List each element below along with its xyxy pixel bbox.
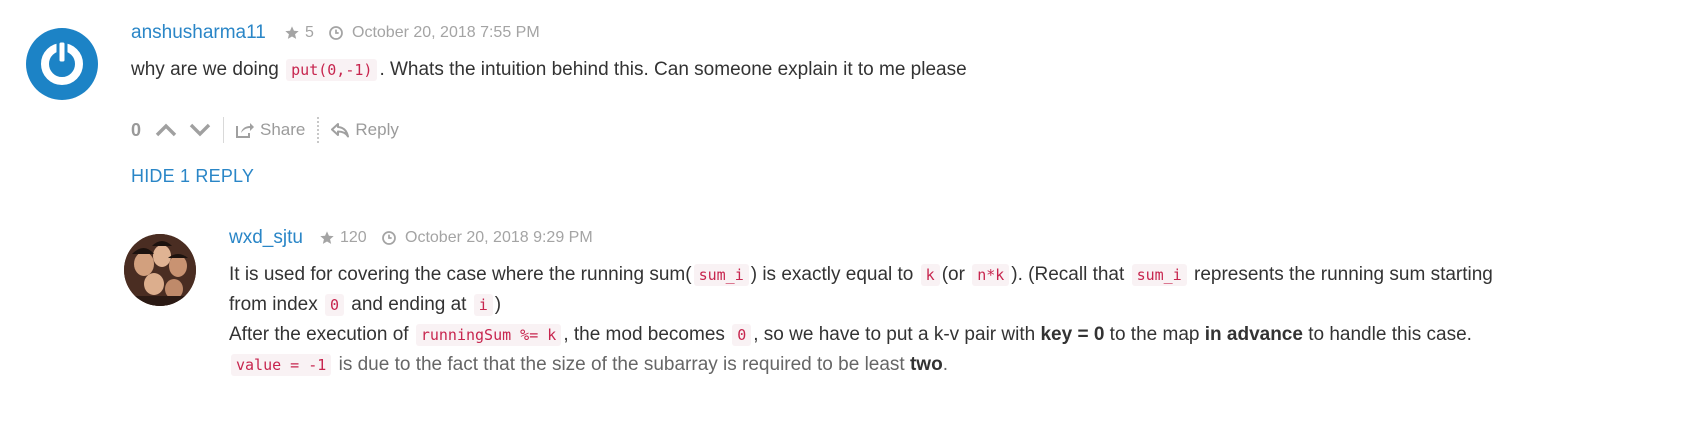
comment-actions: 0 Share Reply xyxy=(131,116,399,144)
text-segment: It is used for covering the case where t… xyxy=(229,264,692,285)
code-snippet: sum_i xyxy=(693,264,749,286)
code-snippet: i xyxy=(473,294,493,316)
vote-count: 0 xyxy=(131,119,142,140)
avatar-photo-image xyxy=(124,234,196,306)
text-segment: (or xyxy=(941,264,965,285)
divider xyxy=(317,117,320,143)
text-segment: ) is exactly equal to xyxy=(750,264,914,285)
star-icon xyxy=(285,26,299,39)
text-segment: , so we have to put a k-v pair with xyxy=(753,324,1036,345)
reply-line-3: After the execution of runningSum %= k, … xyxy=(229,320,1493,350)
code-snippet: runningSum %= k xyxy=(415,324,562,346)
bold-text: key = 0 xyxy=(1040,324,1105,345)
text-segment: . Whats the intuition behind this. Can s… xyxy=(379,59,967,80)
reputation-value: 5 xyxy=(305,24,314,41)
reply-line-1: It is used for covering the case where t… xyxy=(229,260,1493,290)
text-segment: is due to the fact that the size of the … xyxy=(338,354,905,375)
code-snippet: 0 xyxy=(732,324,752,346)
text-segment: from index xyxy=(229,294,318,315)
reply-username[interactable]: wxd_sjtu xyxy=(229,227,303,249)
code-snippet: k xyxy=(920,264,940,286)
reply-timestamp: October 20, 2018 9:29 PM xyxy=(381,229,593,247)
code-snippet: 0 xyxy=(324,294,345,316)
clock-icon xyxy=(329,26,343,40)
downvote-chevron-icon[interactable] xyxy=(189,123,211,137)
code-snippet: put(0,-1) xyxy=(286,59,378,81)
reply-body: It is used for covering the case where t… xyxy=(229,260,1493,380)
reply-button[interactable]: Reply xyxy=(331,120,399,140)
share-icon xyxy=(236,123,255,138)
reputation-value: 120 xyxy=(340,229,367,246)
text-segment: to the map xyxy=(1109,324,1200,345)
code-snippet: sum_i xyxy=(1131,264,1187,286)
reply-label: Reply xyxy=(355,120,399,139)
timestamp-text: October 20, 2018 9:29 PM xyxy=(405,229,593,246)
text-segment: and ending at xyxy=(351,294,467,315)
comment-reputation: 5 xyxy=(284,24,314,42)
power-logo-icon xyxy=(41,39,83,85)
divider xyxy=(223,117,225,143)
comment-timestamp: October 20, 2018 7:55 PM xyxy=(328,24,540,42)
text-segment: to handle this case. xyxy=(1308,324,1472,345)
share-button[interactable]: Share xyxy=(236,120,305,140)
reply-reputation: 120 xyxy=(319,229,367,247)
hide-replies-link[interactable]: HIDE 1 REPLY xyxy=(131,166,254,187)
reply-icon xyxy=(331,123,350,138)
text-segment: . xyxy=(942,354,948,375)
avatar[interactable] xyxy=(26,28,98,100)
code-snippet: n*k xyxy=(972,264,1010,286)
bold-text: two xyxy=(909,354,943,375)
text-segment: why are we doing xyxy=(131,59,279,80)
upvote-chevron-icon[interactable] xyxy=(155,123,177,137)
reply-line-4: value = -1 is due to the fact that the s… xyxy=(229,350,1493,380)
clock-icon xyxy=(382,231,396,245)
reply-line-2: from index 0 and ending at i) xyxy=(229,290,1493,320)
text-segment: ). (Recall that xyxy=(1011,264,1125,285)
comment-username[interactable]: anshusharma11 xyxy=(131,22,266,44)
text-segment: After the execution of xyxy=(229,324,409,345)
reply-avatar[interactable] xyxy=(124,234,196,306)
comment-body: why are we doing put(0,-1). Whats the in… xyxy=(131,55,967,85)
timestamp-text: October 20, 2018 7:55 PM xyxy=(352,24,540,41)
star-icon xyxy=(320,231,334,244)
text-segment: represents the running sum starting xyxy=(1194,264,1493,285)
text-segment: , the mod becomes xyxy=(563,324,725,345)
code-snippet: value = -1 xyxy=(231,354,332,376)
bold-text: in advance xyxy=(1204,324,1303,345)
share-label: Share xyxy=(260,120,306,139)
text-segment: ) xyxy=(494,294,502,315)
